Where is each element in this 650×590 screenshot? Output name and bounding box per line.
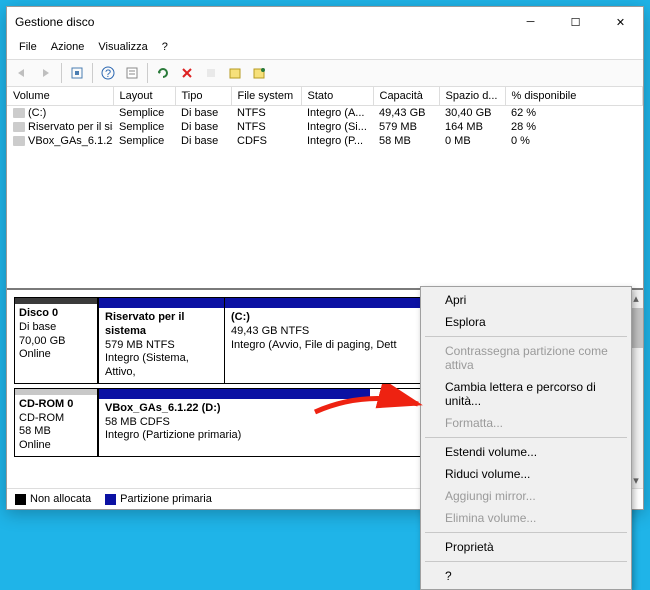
cell: 30,40 GB — [445, 107, 491, 119]
legend-primary: Partizione primaria — [120, 493, 212, 505]
delete-icon[interactable] — [176, 62, 198, 84]
legend-unalloc: Non allocata — [30, 493, 91, 505]
ctx-open[interactable]: Apri — [423, 289, 629, 311]
ctx-change-letter[interactable]: Cambia lettera e percorso di unità... — [423, 376, 629, 412]
minimize-button[interactable]: ─ — [508, 7, 553, 37]
col-state[interactable]: Stato — [301, 87, 373, 106]
up-button[interactable] — [66, 62, 88, 84]
cell: Semplice — [119, 121, 164, 133]
col-volume[interactable]: Volume — [7, 87, 113, 106]
action1-icon[interactable] — [200, 62, 222, 84]
cell: Di base — [181, 107, 218, 119]
partition[interactable]: VBox_GAs_6.1.22 (D:)58 MB CDFSIntegro (P… — [98, 389, 370, 456]
cell: VBox_GAs_6.1.22 (... — [28, 135, 113, 147]
svg-text:?: ? — [105, 68, 111, 80]
titlebar: Gestione disco ─ ☐ ✕ — [7, 7, 643, 37]
cell: Di base — [181, 135, 218, 147]
forward-button[interactable] — [35, 62, 57, 84]
cell: CDFS — [237, 135, 267, 147]
cell: Integro (A... — [307, 107, 364, 119]
col-layout[interactable]: Layout — [113, 87, 175, 106]
cell: NTFS — [237, 121, 266, 133]
ctx-format[interactable]: Formatta... — [423, 412, 629, 434]
volume-icon — [13, 136, 25, 146]
cell: 28 % — [511, 121, 536, 133]
menu-view[interactable]: Visualizza — [92, 39, 153, 55]
table-row[interactable]: (C:) Semplice Di base NTFS Integro (A... 49,4… — [7, 106, 643, 121]
cell: 0 MB — [445, 135, 471, 147]
cell: (C:) — [28, 107, 46, 119]
ctx-extend[interactable]: Estendi volume... — [423, 441, 629, 463]
cell: Semplice — [119, 107, 164, 119]
cell: 0 % — [511, 135, 530, 147]
toolbar: ? — [7, 59, 643, 87]
volume-icon — [13, 108, 25, 118]
col-type[interactable]: Tipo — [175, 87, 231, 106]
ctx-add-mirror[interactable]: Aggiungi mirror... — [423, 485, 629, 507]
ctx-explore[interactable]: Esplora — [423, 311, 629, 333]
window-title: Gestione disco — [15, 15, 508, 29]
action3-icon[interactable] — [248, 62, 270, 84]
table-row[interactable]: Riservato per il sist... Semplice Di base N… — [7, 120, 643, 134]
legend-swatch-primary — [105, 494, 116, 505]
volume-icon — [13, 122, 25, 132]
cell: NTFS — [237, 107, 266, 119]
legend-swatch-unalloc — [15, 494, 26, 505]
cell: 58 MB — [379, 135, 411, 147]
menu-action[interactable]: Azione — [45, 39, 91, 55]
menubar: File Azione Visualizza ? — [7, 37, 643, 59]
table-row[interactable]: VBox_GAs_6.1.22 (... Semplice Di base CDFS I… — [7, 134, 643, 148]
back-button[interactable] — [11, 62, 33, 84]
cell: Integro (P... — [307, 135, 363, 147]
ctx-shrink[interactable]: Riduci volume... — [423, 463, 629, 485]
col-pct[interactable]: % disponibile — [505, 87, 643, 106]
context-menu: Apri Esplora Contrassegna partizione com… — [420, 286, 632, 590]
ctx-properties[interactable]: Proprietà — [423, 536, 629, 558]
ctx-help[interactable]: ? — [423, 565, 629, 587]
volume-table: Volume Layout Tipo File system Stato Cap… — [7, 87, 643, 290]
partition[interactable]: Riservato per il sistema579 MB NTFSInteg… — [98, 298, 224, 383]
ctx-delete[interactable]: Elimina volume... — [423, 507, 629, 529]
menu-help[interactable]: ? — [156, 39, 174, 55]
cell: 62 % — [511, 107, 536, 119]
disk-label[interactable]: CD-ROM 0CD-ROM58 MBOnline — [14, 388, 98, 457]
cell: Di base — [181, 121, 218, 133]
ctx-mark-active[interactable]: Contrassegna partizione come attiva — [423, 340, 629, 376]
properties-icon[interactable] — [121, 62, 143, 84]
cell: Semplice — [119, 135, 164, 147]
col-free[interactable]: Spazio d... — [439, 87, 505, 106]
cell: 579 MB — [379, 121, 417, 133]
disk-label[interactable]: Disco 0Di base70,00 GBOnline — [14, 297, 98, 384]
cell: Riservato per il sist... — [28, 121, 113, 133]
refresh-icon[interactable] — [152, 62, 174, 84]
maximize-button[interactable]: ☐ — [553, 7, 598, 37]
menu-file[interactable]: File — [13, 39, 43, 55]
cell: 164 MB — [445, 121, 483, 133]
action2-icon[interactable] — [224, 62, 246, 84]
cell: Integro (Si... — [307, 121, 367, 133]
col-fs[interactable]: File system — [231, 87, 301, 106]
cell: 49,43 GB — [379, 107, 425, 119]
help-icon[interactable]: ? — [97, 62, 119, 84]
col-capacity[interactable]: Capacità — [373, 87, 439, 106]
close-button[interactable]: ✕ — [598, 7, 643, 37]
